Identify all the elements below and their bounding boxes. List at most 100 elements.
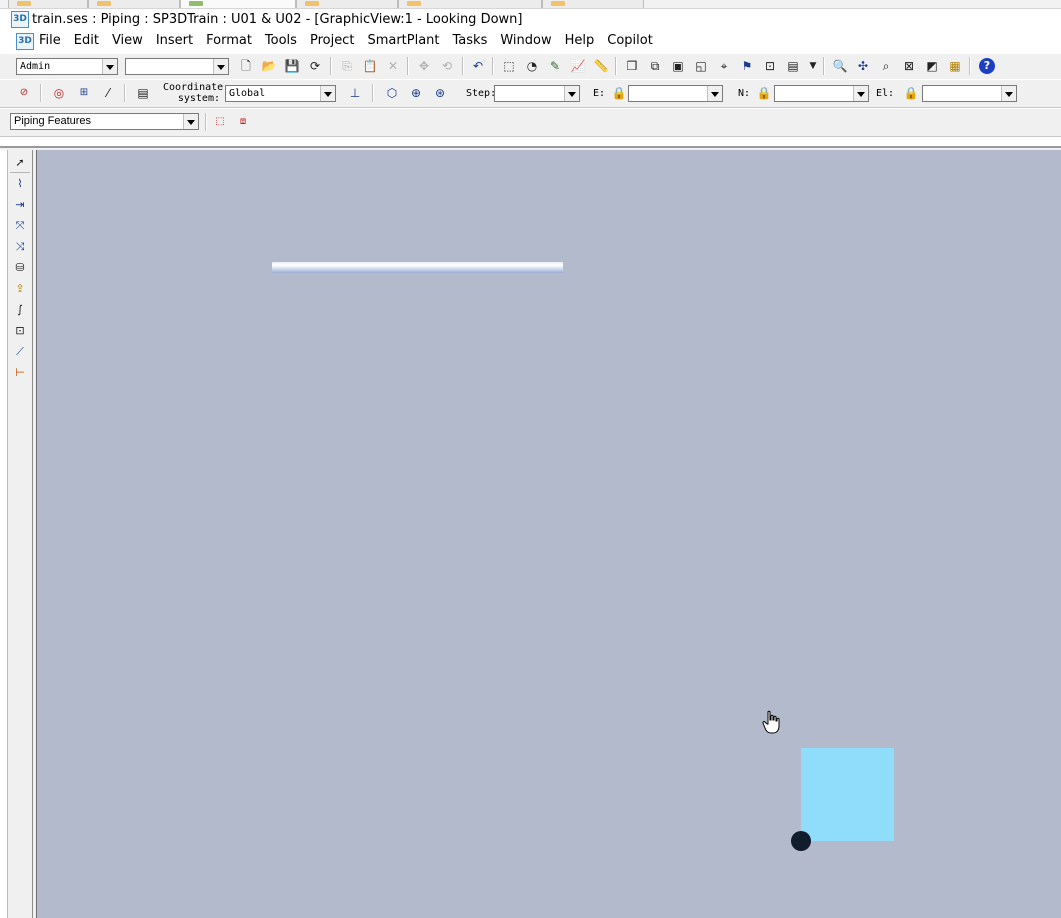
refresh-icon[interactable]: ⟳ [305,56,325,76]
spherical-mode-icon[interactable]: ⊕ [406,83,426,103]
select-set-icon[interactable]: ⬚ [499,56,519,76]
permission-group-dropdown[interactable]: Admin [16,58,118,75]
open-folder-icon[interactable]: 📂 [259,56,279,76]
coordinate-system-dropdown[interactable]: Global [225,85,336,102]
axis-toggle-icon[interactable]: ⊥ [345,83,365,103]
coordinate-system-label: Coordinate system: [163,82,224,104]
menu-edit[interactable]: Edit [74,33,106,48]
chevron-down-icon[interactable] [102,59,117,74]
tab-icon [407,1,421,6]
insert-split-icon[interactable]: ⇪ [10,279,30,298]
insert-fitting-icon[interactable]: ⛁ [10,258,30,277]
clip-box-icon[interactable]: ⊡ [760,56,780,76]
select-inside-icon[interactable]: ⬚ [210,112,230,132]
locate-filter-dropdown[interactable]: Piping Features [10,113,199,130]
common-views-icon[interactable]: ◩ [922,56,942,76]
coordinate-axes-icon[interactable]: ⊞ [74,83,94,103]
view-fit-icon[interactable]: ⌖ [714,56,734,76]
new-file-icon[interactable]: 🗋 [236,56,256,76]
insert-specialty-icon[interactable]: ⤧ [10,216,30,235]
pipe-run[interactable] [272,262,563,273]
graphic-view-canvas[interactable] [36,150,1061,918]
route-pipe-icon[interactable]: ⌇ [10,174,30,193]
toolbar-separator [205,113,207,131]
insert-component-icon[interactable]: ⇥ [10,195,30,214]
chevron-down-icon[interactable] [213,59,228,74]
chevron-down-icon[interactable]: ▼ [803,56,823,76]
ruler-icon[interactable]: 📏 [591,56,611,76]
menu-format[interactable]: Format [206,33,259,48]
insert-tap-icon[interactable]: ⤨ [10,237,30,256]
active-filter-dropdown[interactable] [125,58,229,75]
lock-icon[interactable]: 🔒 [754,83,774,103]
view-style-icon[interactable]: ⚑ [737,56,757,76]
menu-file[interactable]: File [39,33,68,48]
relative-position-icon[interactable]: ⁄ [98,83,118,103]
named-views-icon[interactable]: ▦ [945,56,965,76]
delete-icon[interactable]: ✕ [383,56,403,76]
copy-icon[interactable]: ⎘ [337,56,357,76]
select-overlap-icon[interactable]: ⧈ [233,112,253,132]
measure-icon[interactable]: ◔ [522,56,542,76]
pan-icon[interactable]: ✣ [853,56,873,76]
render-icon[interactable]: ▤ [783,56,803,76]
chevron-down-icon[interactable] [320,86,335,101]
rectangular-mode-icon[interactable]: ⬡ [382,83,402,103]
lock-icon[interactable]: 🔒 [609,83,629,103]
paste-icon[interactable]: 📋 [360,56,380,76]
help-icon[interactable]: ? [977,56,997,76]
document-menu-icon[interactable]: 3D [16,33,34,50]
select-arrow-icon[interactable]: ➚ [10,153,30,172]
chevron-down-icon[interactable] [1001,86,1016,101]
cylindrical-mode-icon[interactable]: ⊛ [430,83,450,103]
dimension-icon[interactable]: ⊢ [10,363,30,382]
menu-project[interactable]: Project [310,33,361,48]
menu-tools[interactable]: Tools [265,33,304,48]
northing-input[interactable] [774,85,869,102]
step-label: Step: [466,88,497,99]
menu-insert[interactable]: Insert [156,33,200,48]
undo-icon[interactable]: ↶ [468,56,488,76]
view-cube-icon[interactable]: ⧉ [645,56,665,76]
slope-icon[interactable]: ⟋ [10,342,30,361]
selected-area[interactable] [801,748,894,841]
pinpoint-target-icon[interactable]: ◎ [49,83,69,103]
menu-copilot[interactable]: Copilot [607,33,660,48]
menu-window[interactable]: Window [500,33,558,48]
step-dropdown[interactable] [494,85,580,102]
chevron-down-icon[interactable] [853,86,868,101]
move-icon[interactable]: ✥ [414,56,434,76]
view-front-icon[interactable]: ▣ [668,56,688,76]
document-tab-6[interactable] [542,0,644,8]
clear-select-icon[interactable]: ⊘ [14,83,34,103]
insert-instrument-icon[interactable]: ⊡ [10,321,30,340]
rotate-icon[interactable]: ⟲ [437,56,457,76]
document-tab-2[interactable] [88,0,180,8]
view-clip-icon[interactable]: ◱ [691,56,711,76]
document-tab-1[interactable] [8,0,88,8]
chart-icon[interactable]: 📈 [568,56,588,76]
elevation-input[interactable] [922,85,1017,102]
menu-help[interactable]: Help [565,33,602,48]
menu-view[interactable]: View [112,33,150,48]
point-marker[interactable] [791,831,811,851]
document-tab-3[interactable] [180,0,296,8]
save-icon[interactable]: 💾 [282,56,302,76]
menu-tasks[interactable]: Tasks [453,33,495,48]
fit-view-icon[interactable]: ⊠ [899,56,919,76]
menu-smartplant[interactable]: SmartPlant [367,33,446,48]
route-spool-icon[interactable]: ∫ [10,300,30,319]
easting-input[interactable] [628,85,723,102]
chevron-down-icon[interactable] [183,114,198,129]
zoom-area-icon[interactable]: ⌕ [876,56,896,76]
document-tab-4[interactable] [296,0,398,8]
lock-icon[interactable]: 🔒 [901,83,921,103]
zoom-icon[interactable]: 🔍 [830,56,850,76]
view-3d-icon[interactable]: ❒ [622,56,642,76]
chevron-down-icon[interactable] [564,86,579,101]
check-data-icon[interactable]: ✎ [545,56,565,76]
document-tab-5[interactable] [398,0,542,8]
properties-icon[interactable]: ▤ [133,83,153,103]
chevron-down-icon[interactable] [707,86,722,101]
toolbar-separator [407,57,409,75]
